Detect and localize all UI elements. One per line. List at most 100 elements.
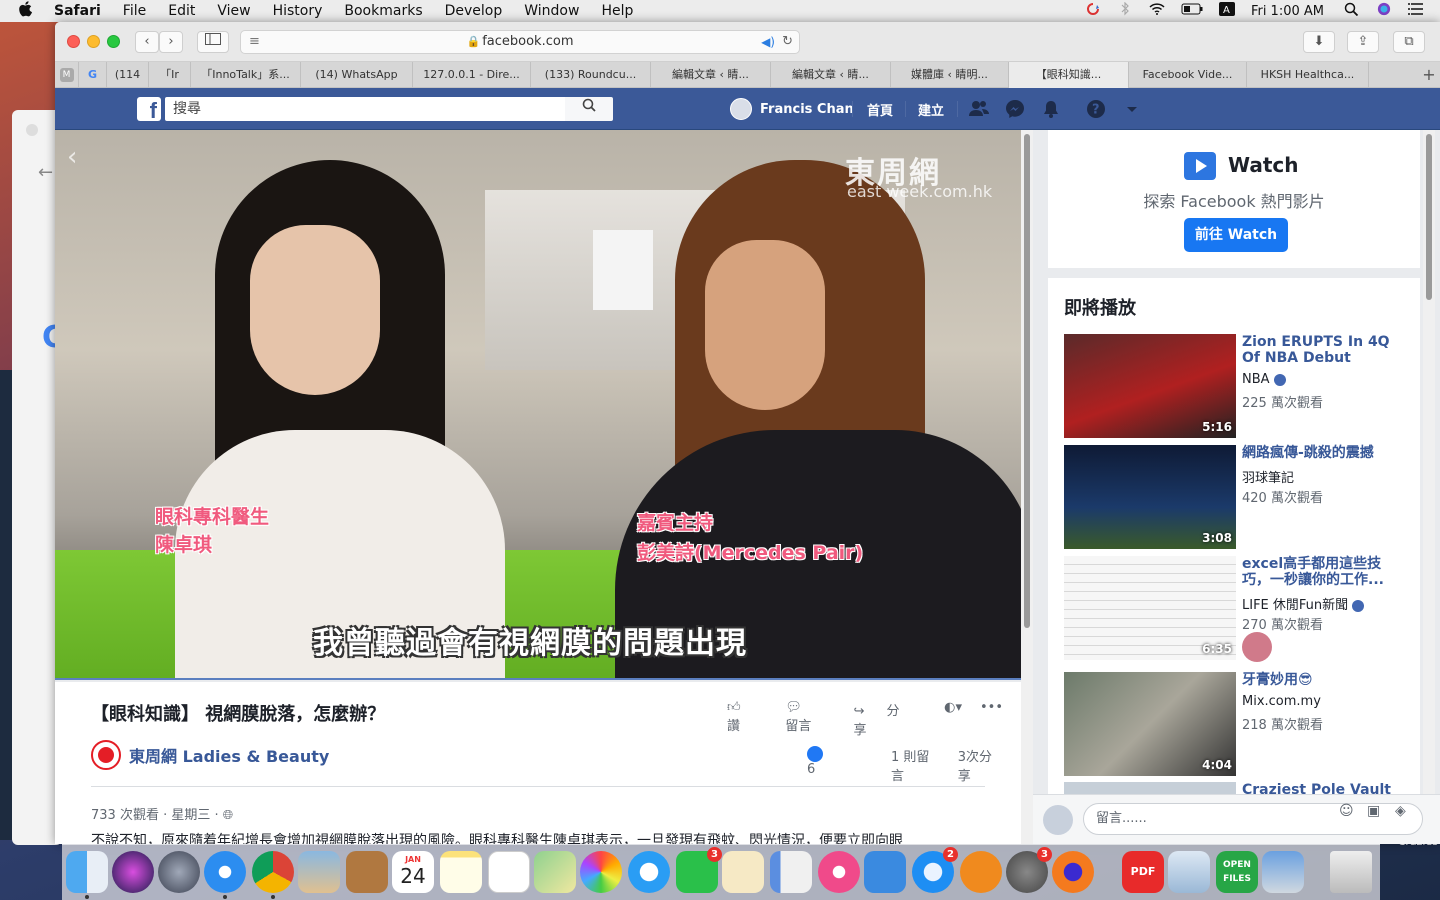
notification-center-icon[interactable]: [1408, 2, 1424, 20]
bluetooth-icon[interactable]: [1117, 2, 1133, 20]
trash-icon[interactable]: [1330, 851, 1372, 893]
chrome-icon[interactable]: [252, 851, 294, 893]
menu-edit[interactable]: Edit: [168, 3, 195, 19]
video-thumbnail[interactable]: 3:08: [1064, 445, 1236, 549]
menu-bookmarks[interactable]: Bookmarks: [344, 3, 422, 19]
tab-item[interactable]: 媒體庫 ‹ 睛明...: [891, 62, 1009, 88]
video-title[interactable]: excel高手都用這些技巧，一秒讓你的工作...: [1242, 556, 1406, 588]
video-title[interactable]: Zion ERUPTS In 4Q Of NBA Debut: [1242, 334, 1406, 366]
zoom-window-button[interactable]: [107, 35, 120, 48]
nav-home[interactable]: 首頁: [867, 100, 893, 119]
facetime-icon[interactable]: 3: [676, 847, 722, 893]
notifications-icon[interactable]: [1040, 98, 1062, 120]
sidebar-scrollbar[interactable]: [1423, 130, 1435, 844]
like-button[interactable]: 👍︎ 讚: [727, 700, 767, 738]
more-options-icon[interactable]: •••: [980, 700, 1003, 738]
app-store-icon[interactable]: 2: [912, 847, 958, 893]
share-button[interactable]: ⇪: [1347, 31, 1379, 53]
video-progress-bar[interactable]: [55, 678, 1021, 680]
gif-icon[interactable]: ▣: [1367, 803, 1380, 819]
sync-icon[interactable]: [1085, 2, 1101, 20]
tab-item[interactable]: HKSH Healthca...: [1247, 62, 1369, 88]
facebook-logo[interactable]: f: [137, 97, 161, 123]
reader-icon[interactable]: ≡: [249, 31, 260, 53]
reaction-avatar-selector[interactable]: ◐▾: [944, 700, 962, 738]
finder-icon[interactable]: [66, 851, 108, 893]
pages-icon[interactable]: [722, 851, 764, 893]
audio-playing-icon[interactable]: ◀): [761, 31, 775, 53]
main-scrollbar[interactable]: [1021, 130, 1033, 844]
notes-icon[interactable]: [440, 851, 482, 893]
video-thumbnail[interactable]: 5:16: [1064, 334, 1236, 438]
contacts-icon[interactable]: [346, 851, 388, 893]
page-name[interactable]: 東周網 Ladies & Beauty: [129, 743, 329, 767]
list-item[interactable]: 4:04 牙膏妙用😎 Mix.com.my 218 萬次觀看: [1064, 672, 1404, 778]
tab-pinned-google[interactable]: G: [79, 62, 107, 88]
back-button[interactable]: ‹: [135, 31, 159, 53]
video-source[interactable]: NBA: [1242, 372, 1286, 387]
nav-create[interactable]: 建立: [918, 100, 944, 119]
tab-item[interactable]: Facebook Vide...: [1129, 62, 1247, 88]
comments-count[interactable]: 1 則留言: [891, 746, 934, 784]
tab-overview-button[interactable]: ⧉: [1393, 31, 1425, 53]
close-window-button[interactable]: [67, 35, 80, 48]
spotlight-icon[interactable]: [1344, 2, 1360, 20]
maps-icon[interactable]: [534, 851, 576, 893]
emoji-icon[interactable]: ☺: [1339, 803, 1354, 819]
profile-link[interactable]: Francis Chan: [730, 97, 854, 121]
help-icon[interactable]: ?: [1085, 98, 1107, 120]
list-item[interactable]: 5:16 Zion ERUPTS In 4Q Of NBA Debut NBA …: [1064, 334, 1404, 440]
numbers-icon[interactable]: [770, 851, 812, 893]
launchpad-icon[interactable]: [158, 851, 200, 893]
tab-active[interactable]: 【眼科知識...: [1009, 62, 1129, 88]
clock[interactable]: Fri 1:00 AM: [1251, 4, 1324, 19]
pdf-app-icon[interactable]: PDF: [1122, 851, 1164, 893]
video-source[interactable]: Mix.com.my: [1242, 694, 1321, 709]
sidebar-button[interactable]: [197, 31, 229, 53]
reminders-icon[interactable]: [488, 851, 530, 893]
keynote-icon[interactable]: [864, 851, 906, 893]
tab-item[interactable]: 127.0.0.1 - Dire...: [413, 62, 531, 88]
wifi-icon[interactable]: [1149, 2, 1165, 20]
list-item[interactable]: 3:08 網路瘋傳-跳殺的震撼 羽球筆記 420 萬次觀看: [1064, 445, 1404, 551]
sticker-icon[interactable]: ◈: [1395, 803, 1406, 819]
video-player[interactable]: 東周網 east week.com.hk 眼科專科醫生 陳卓琪 嘉賓主持 彭美詩…: [55, 130, 1021, 680]
friend-requests-icon[interactable]: [968, 98, 990, 120]
reload-icon[interactable]: ↻: [782, 31, 793, 53]
itunes-icon[interactable]: [818, 851, 860, 893]
video-title[interactable]: 網路瘋傳-跳殺的震撼: [1242, 445, 1406, 461]
go-to-watch-button[interactable]: 前往 Watch: [1184, 218, 1288, 252]
battery-icon[interactable]: [1181, 3, 1203, 19]
image-capture-icon[interactable]: [1262, 851, 1304, 893]
search-button[interactable]: [565, 97, 613, 121]
calendar-icon[interactable]: JAN 24: [392, 851, 434, 893]
siri-icon[interactable]: [1376, 2, 1392, 20]
tab-item[interactable]: 「Ir: [149, 62, 191, 88]
system-preferences-icon[interactable]: 3: [1006, 847, 1052, 893]
firefox-icon[interactable]: [1052, 851, 1094, 893]
tab-item[interactable]: 「InnoTalk」系...: [191, 62, 301, 88]
tab-pinned-gmail[interactable]: M: [55, 62, 79, 88]
tab-item[interactable]: 編輯文章 ‹ 睛...: [771, 62, 891, 88]
list-item[interactable]: 6:35 excel高手都用這些技巧，一秒讓你的工作... LIFE 休閒Fun…: [1064, 556, 1404, 662]
input-source-icon[interactable]: A: [1218, 2, 1235, 20]
tab-item[interactable]: (14) WhatsApp: [301, 62, 413, 88]
menu-app-name[interactable]: Safari: [54, 3, 101, 19]
page-logo[interactable]: [91, 740, 121, 770]
likes-count[interactable]: 6: [807, 746, 867, 784]
tab-item[interactable]: (133) Roundcu...: [531, 62, 651, 88]
previous-video-icon[interactable]: ‹: [67, 142, 77, 172]
shares-count[interactable]: 3次分享: [958, 746, 997, 784]
video-source[interactable]: 羽球筆記: [1242, 467, 1294, 486]
books-icon[interactable]: [960, 851, 1002, 893]
preview-app-icon[interactable]: [298, 851, 340, 893]
video-thumbnail[interactable]: 6:35: [1064, 556, 1236, 660]
comment-button[interactable]: 💬︎ 留言: [785, 700, 835, 738]
photos-icon[interactable]: [580, 851, 622, 893]
tab-item[interactable]: (114: [107, 62, 149, 88]
video-title[interactable]: 牙膏妙用😎: [1242, 672, 1406, 688]
downloads-button[interactable]: ⬇: [1303, 31, 1335, 53]
new-tab-button[interactable]: +: [1418, 62, 1440, 88]
siri-app-icon[interactable]: [112, 851, 154, 893]
scrollbar-thumb[interactable]: [1024, 134, 1030, 628]
